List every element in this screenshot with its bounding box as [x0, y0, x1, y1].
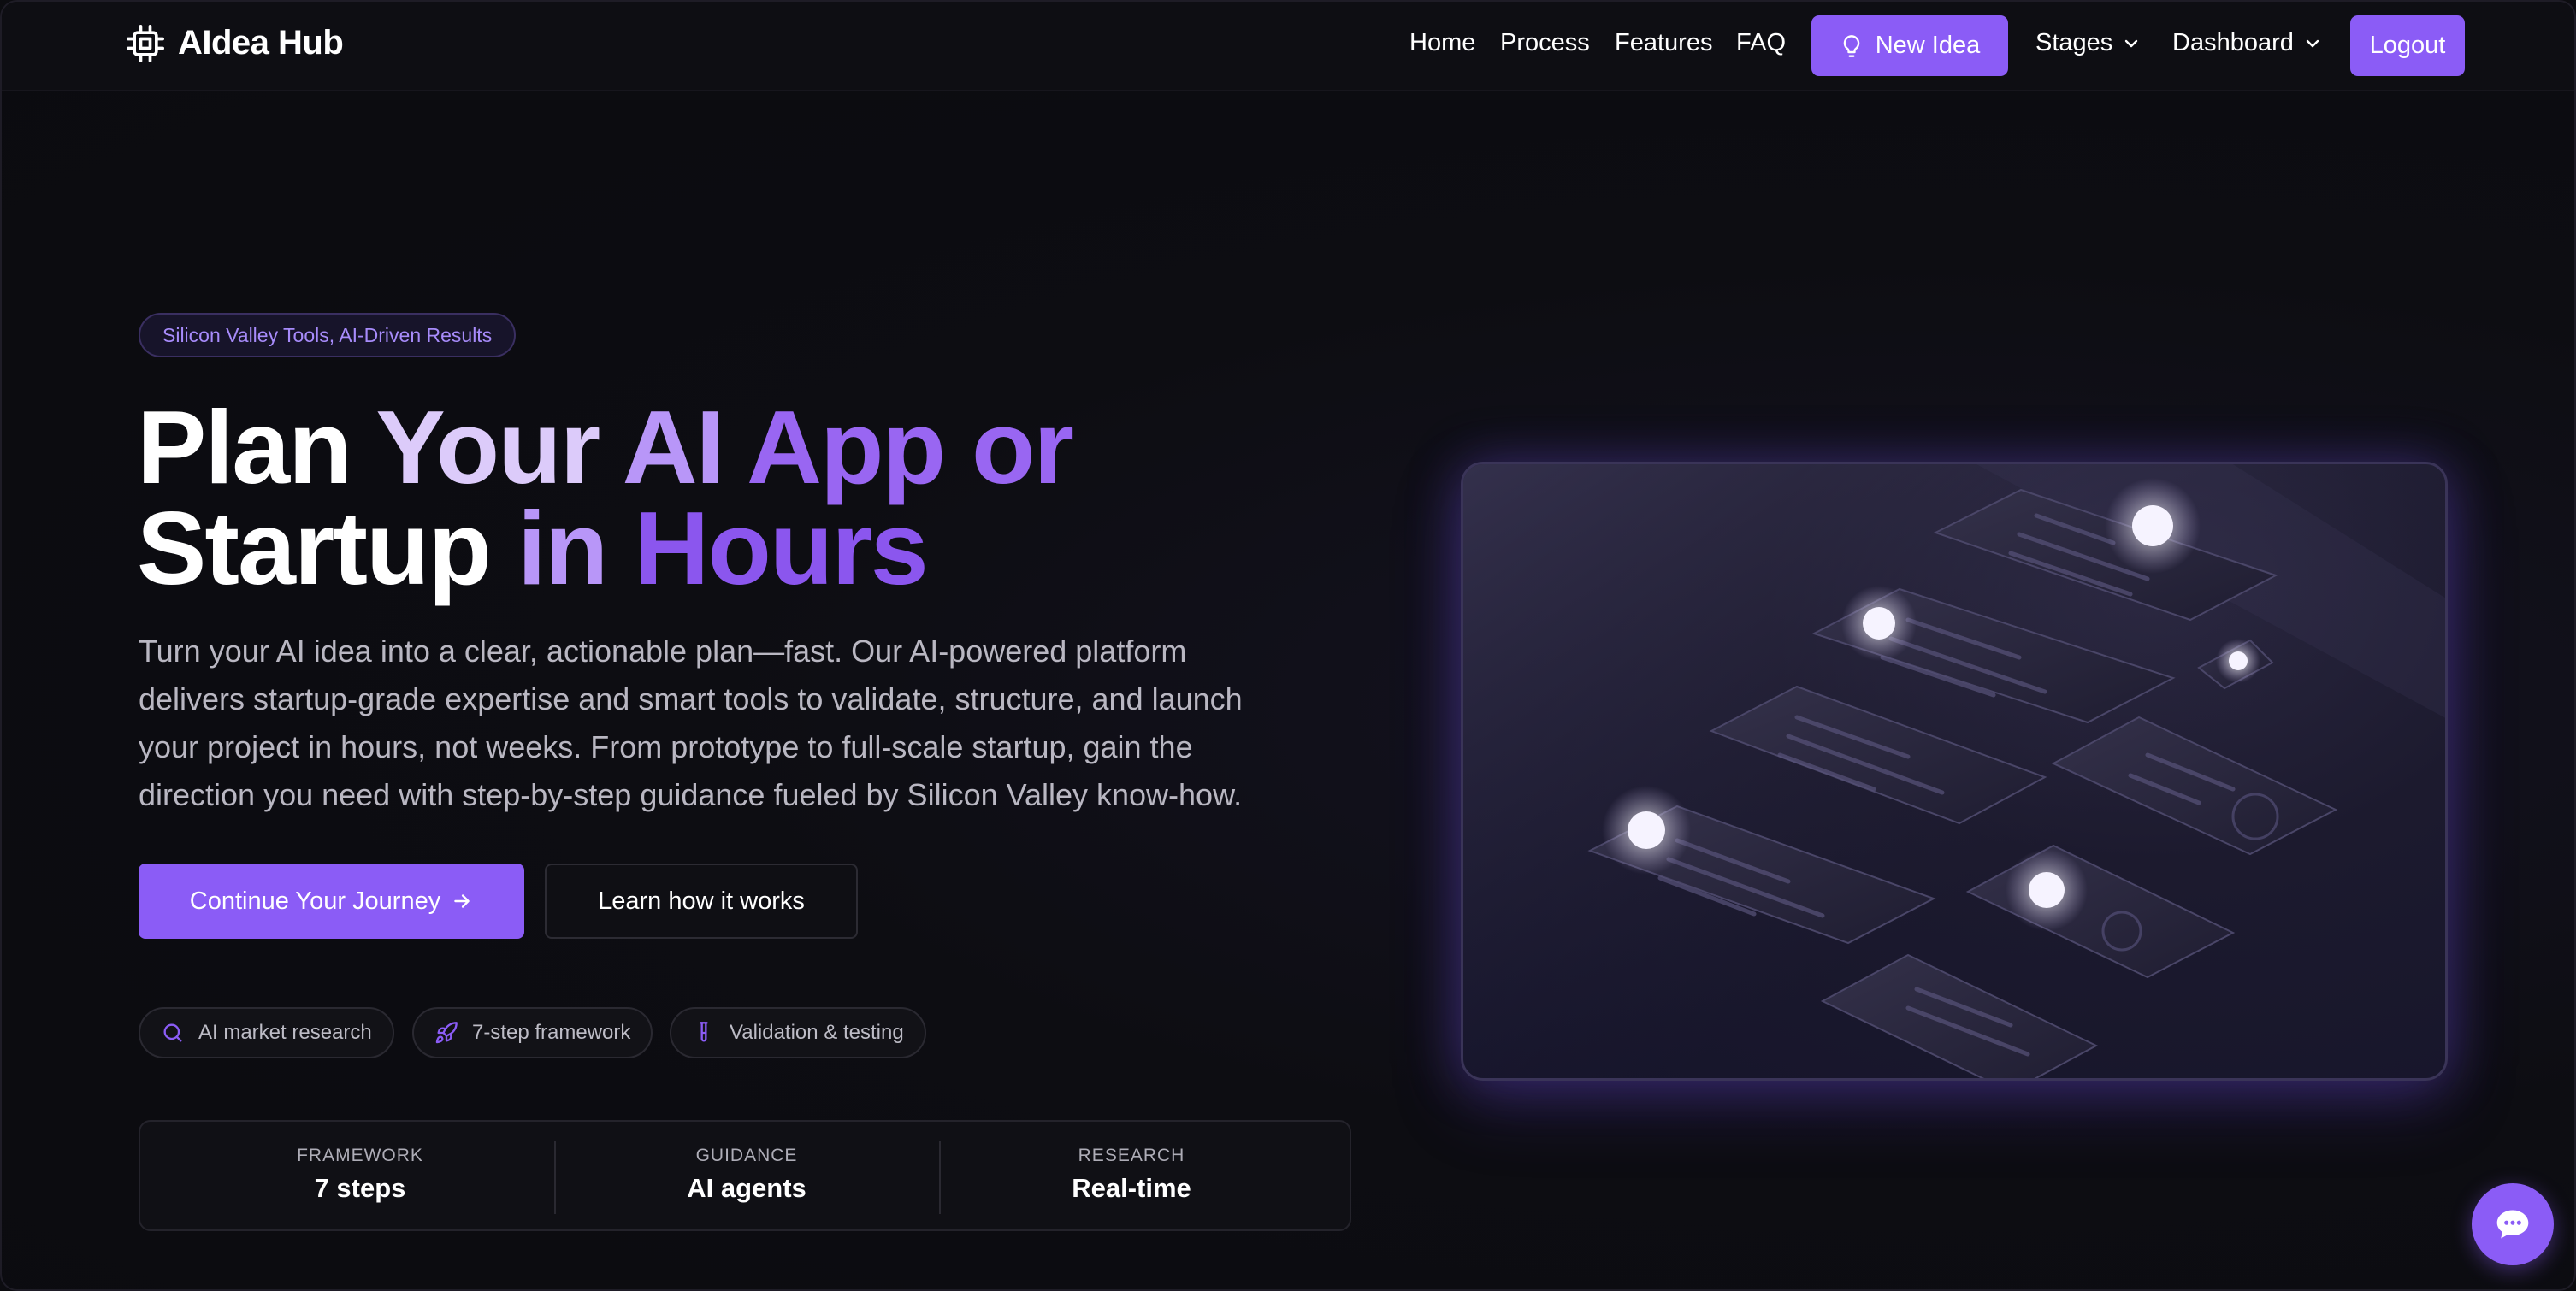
headline-word: in [517, 490, 608, 606]
stat-research: RESEARCH Real-time [939, 1122, 1324, 1229]
top-navbar: AIdea Hub Home Process Features FAQ New … [2, 2, 2574, 91]
arrow-right-icon [454, 894, 470, 908]
new-idea-button[interactable]: New Idea [1811, 15, 2008, 76]
hero-badge: Silicon Valley Tools, AI-Driven Results [139, 313, 517, 357]
stat-value: AI agents [687, 1173, 806, 1203]
continue-journey-label: Continue Your Journey [189, 887, 441, 915]
dashboard-label: Dashboard [2172, 29, 2294, 56]
chip-label: 7-step framework [472, 1021, 631, 1044]
stat-label: RESEARCH [1078, 1146, 1185, 1165]
nav-link-features[interactable]: Features [1615, 29, 1712, 57]
brand-name: AIdea Hub [178, 24, 344, 62]
continue-journey-button[interactable]: Continue Your Journey [139, 864, 524, 939]
feature-chip-framework: 7-step framework [412, 1007, 653, 1058]
chip-icon [127, 24, 164, 62]
chip-label: Validation & testing [730, 1021, 904, 1044]
headline-word: Your [375, 389, 600, 505]
nav-link-home[interactable]: Home [1409, 29, 1475, 57]
rocket-icon [435, 1022, 458, 1044]
brand-logo[interactable]: AIdea Hub [127, 24, 344, 62]
nav-link-process[interactable]: Process [1500, 29, 1590, 57]
search-icon [163, 1023, 182, 1042]
chip-label: AI market research [198, 1021, 372, 1044]
headline-word: App or [746, 389, 1074, 505]
chevron-down-icon [2306, 39, 2319, 47]
isometric-cards-graphic [1463, 464, 2445, 1078]
stat-guidance: GUIDANCE AI agents [554, 1122, 939, 1229]
headline-word: Startup [137, 490, 492, 606]
learn-how-button[interactable]: Learn how it works [545, 864, 858, 939]
page-frame: AIdea Hub Home Process Features FAQ New … [0, 0, 2576, 1291]
feature-chip-validation: Validation & testing [670, 1007, 926, 1058]
chat-bubble-icon [2496, 1210, 2529, 1239]
chevron-down-icon [2125, 39, 2138, 47]
lightbulb-icon [1843, 34, 1859, 57]
headline-word: Hours [634, 490, 928, 606]
test-tube-icon [700, 1022, 708, 1042]
stat-label: FRAMEWORK [297, 1146, 423, 1165]
hero-illustration [1461, 462, 2448, 1081]
chat-button[interactable] [2472, 1183, 2554, 1265]
headline-word: Plan [137, 389, 352, 505]
hero-headline: Plan Your AI App or Startup in Hours [137, 395, 1334, 600]
feature-chip-market-research: AI market research [139, 1007, 394, 1058]
nav-link-faq[interactable]: FAQ [1736, 29, 1786, 57]
logout-button[interactable]: Logout [2350, 15, 2465, 76]
stages-label: Stages [2035, 29, 2113, 56]
stat-framework: FRAMEWORK 7 steps [140, 1122, 580, 1229]
stat-label: GUIDANCE [695, 1146, 798, 1165]
stat-value: Real-time [1072, 1173, 1191, 1203]
stages-dropdown[interactable]: Stages [2035, 29, 2142, 57]
dashboard-dropdown[interactable]: Dashboard [2172, 29, 2323, 57]
headline-word: AI [622, 389, 725, 505]
hero-description: Turn your AI idea into a clear, actionab… [139, 634, 1243, 812]
stat-value: 7 steps [314, 1173, 406, 1203]
new-idea-label: New Idea [1875, 32, 1981, 59]
stats-panel: FRAMEWORK 7 steps GUIDANCE AI agents RES… [139, 1120, 1351, 1231]
